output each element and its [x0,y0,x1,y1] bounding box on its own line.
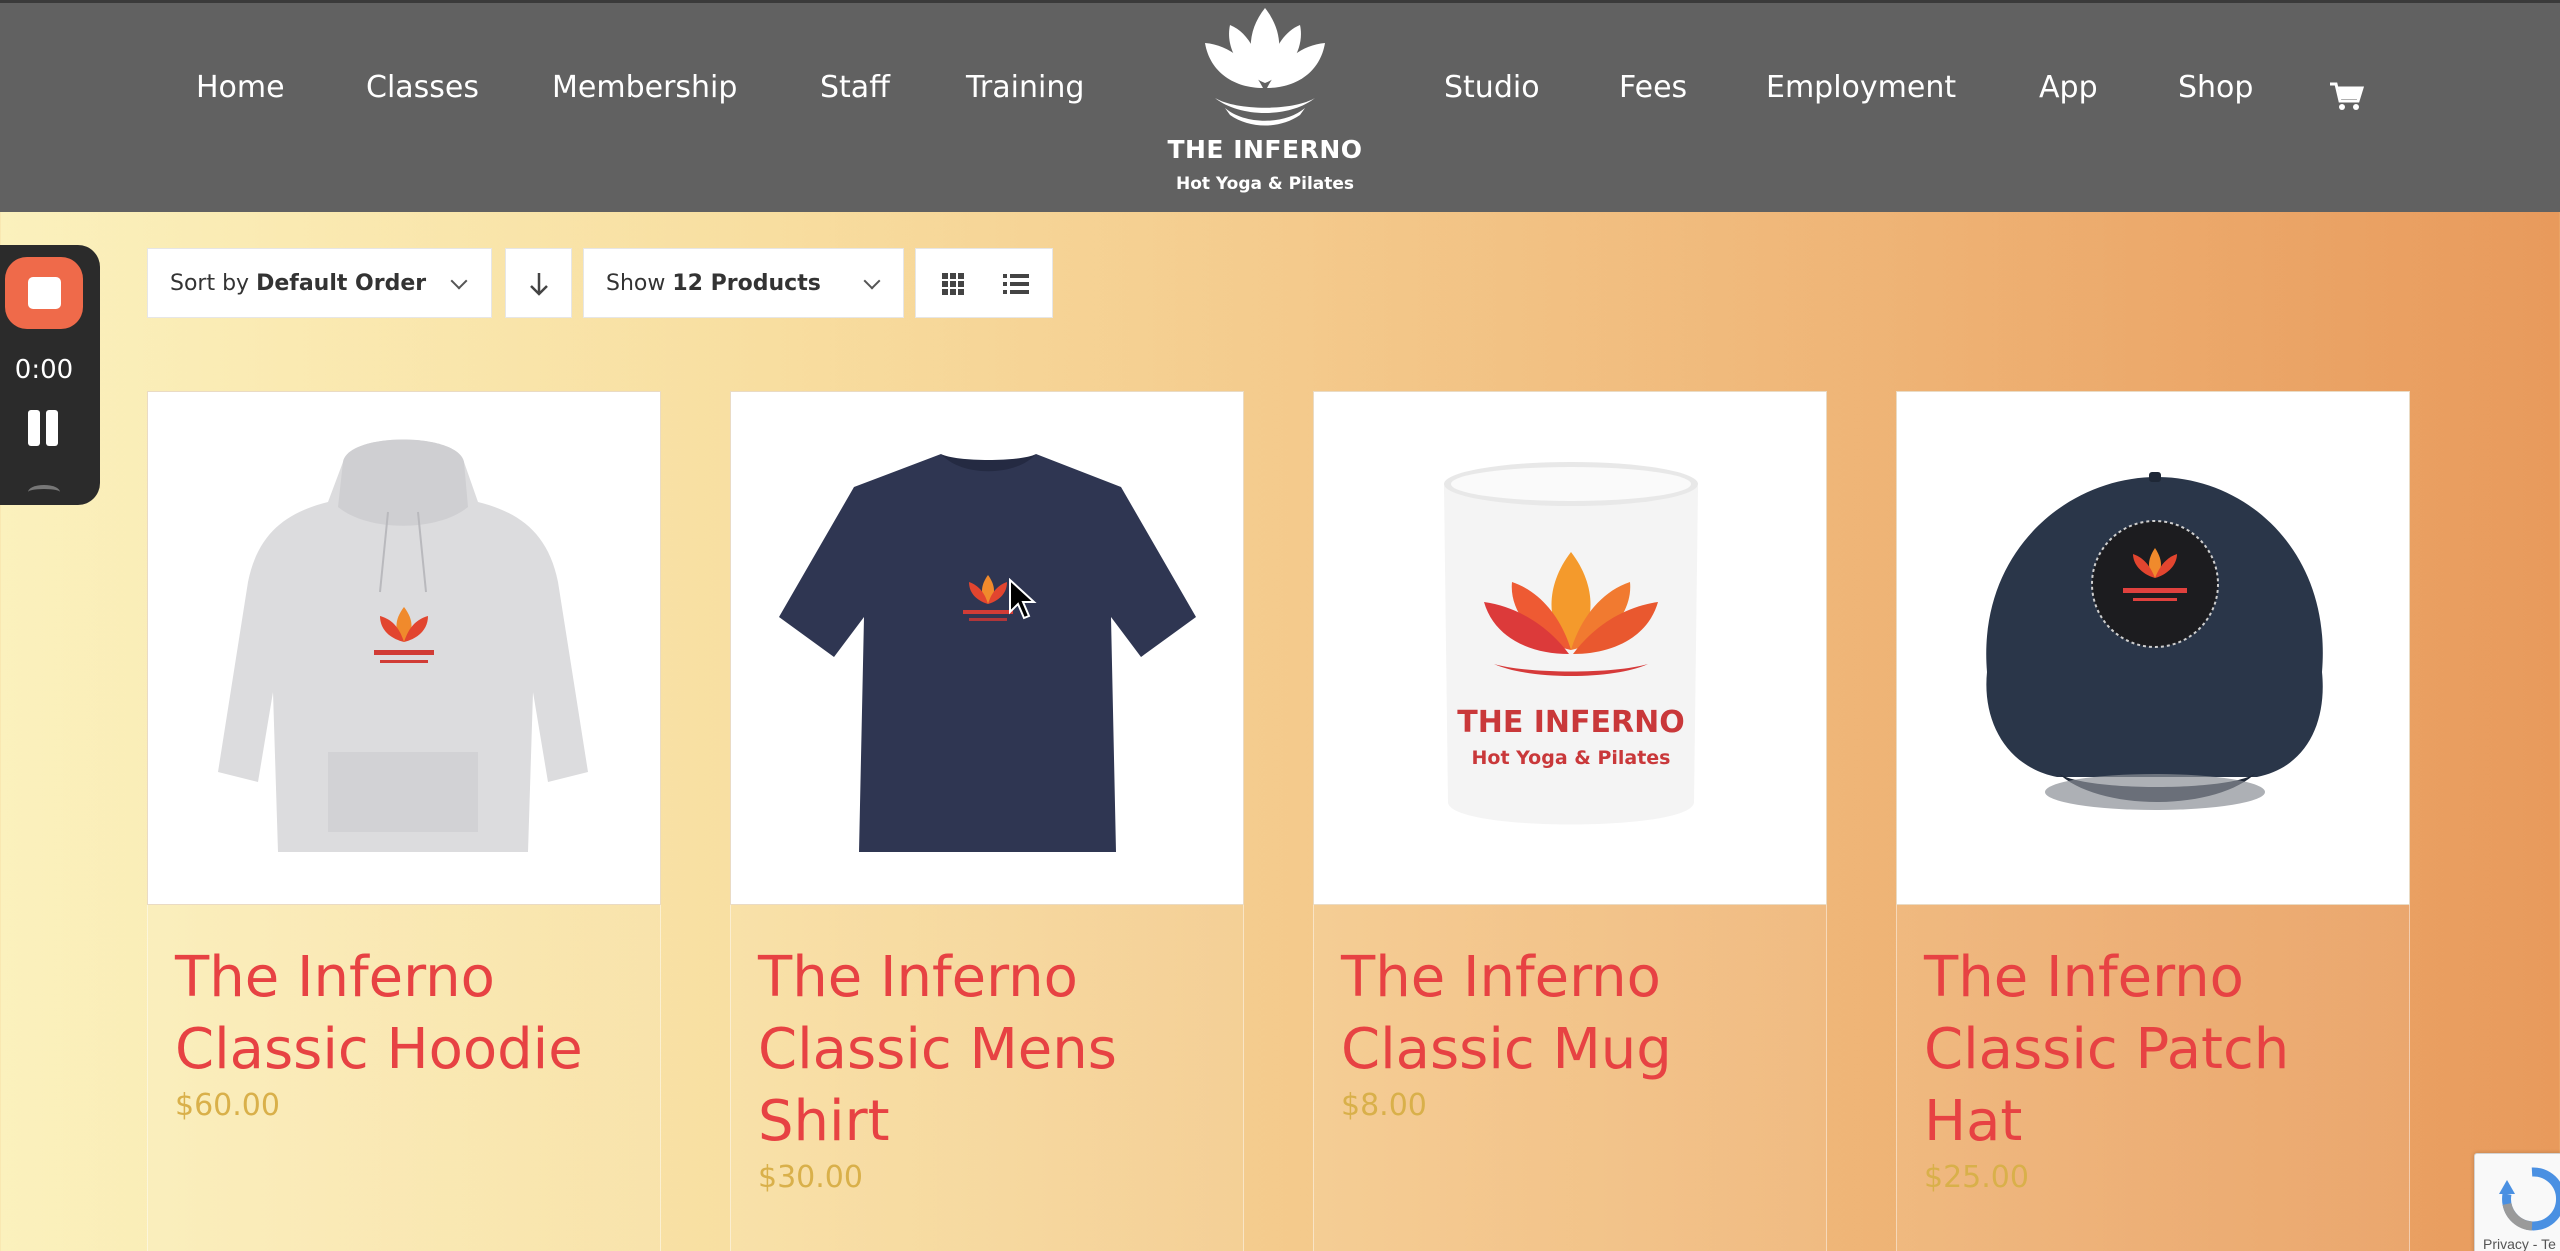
mug-image: THE INFERNO Hot Yoga & Pilates [1444,462,1698,825]
shopping-cart-icon[interactable] [2330,81,2364,111]
product-image-hoodie[interactable] [147,391,661,905]
show-value: 12 Products [672,271,821,296]
site-logo[interactable]: THE INFERNO Hot Yoga & Pilates [1160,3,1370,203]
pause-icon[interactable] [28,410,60,446]
screen-recorder-widget: 0:00 [0,245,100,505]
show-count-select[interactable]: Show 12 Products [583,248,904,318]
site-header: Home Classes Membership Staff Training T… [0,0,2560,212]
mouse-cursor-icon [1009,578,1037,620]
nav-fees[interactable]: Fees [1619,73,1687,103]
product-title[interactable]: The Inferno Classic Hoodie [175,942,635,1086]
product-card-body: The Inferno Classic Patch Hat $25.00 [1896,905,2410,1251]
nav-membership[interactable]: Membership [552,73,737,103]
product-image-tshirt[interactable] [730,391,1244,905]
product-price: $30.00 [758,1160,863,1195]
nav-app[interactable]: App [2039,73,2098,103]
stop-recording-button[interactable] [5,257,83,329]
product-title[interactable]: The Inferno Classic Patch Hat [1924,942,2384,1158]
nav-studio[interactable]: Studio [1444,73,1540,103]
hoodie-image [218,439,588,852]
sort-prefix: Sort by [170,271,250,296]
mug-print-title: THE INFERNO [1457,705,1684,740]
nav-training[interactable]: Training [966,73,1084,103]
recaptcha-badge[interactable]: Privacy - Te [2474,1153,2560,1251]
view-toggle [915,248,1053,318]
chevron-down-icon [863,272,881,290]
tshirt-image [779,454,1196,852]
sort-select[interactable]: Sort by Default Order [147,248,492,318]
logo-subtitle: Hot Yoga & Pilates [1175,174,1355,194]
show-prefix: Show [606,271,666,296]
product-price: $25.00 [1924,1160,2029,1195]
recaptcha-icon [2499,1167,2560,1231]
recaptcha-privacy-link[interactable]: Privacy - Te [2483,1236,2556,1251]
product-card-body: The Inferno Classic Mens Shirt $30.00 [730,905,1244,1251]
product-price: $60.00 [175,1088,280,1123]
grid-view-icon[interactable] [942,273,964,295]
sort-value: Default Order [256,271,427,296]
recording-timer: 0:00 [14,355,74,385]
lotus-logo-icon [1205,8,1325,126]
mug-print-subtitle: Hot Yoga & Pilates [1472,747,1671,769]
product-price: $8.00 [1341,1088,1427,1123]
logo-title: THE INFERNO [1167,135,1363,164]
nav-shop[interactable]: Shop [2178,73,2253,103]
more-icon[interactable] [28,485,60,499]
list-view-icon[interactable] [1003,273,1029,295]
nav-employment[interactable]: Employment [1766,73,1956,103]
product-image-mug[interactable]: THE INFERNO Hot Yoga & Pilates [1313,391,1827,905]
product-card-body: The Inferno Classic Mug $8.00 [1313,905,1827,1251]
product-title[interactable]: The Inferno Classic Mug [1341,942,1801,1086]
arrow-down-icon [530,273,548,296]
nav-home[interactable]: Home [196,73,285,103]
chevron-down-icon [450,272,468,290]
product-image-cap[interactable] [1896,391,2410,905]
product-title[interactable]: The Inferno Classic Mens Shirt [758,942,1218,1158]
cap-image [1986,472,2323,810]
sort-direction-button[interactable] [505,248,572,318]
nav-classes[interactable]: Classes [366,73,479,103]
nav-staff[interactable]: Staff [820,73,890,103]
product-card-body: The Inferno Classic Hoodie $60.00 [147,905,661,1251]
